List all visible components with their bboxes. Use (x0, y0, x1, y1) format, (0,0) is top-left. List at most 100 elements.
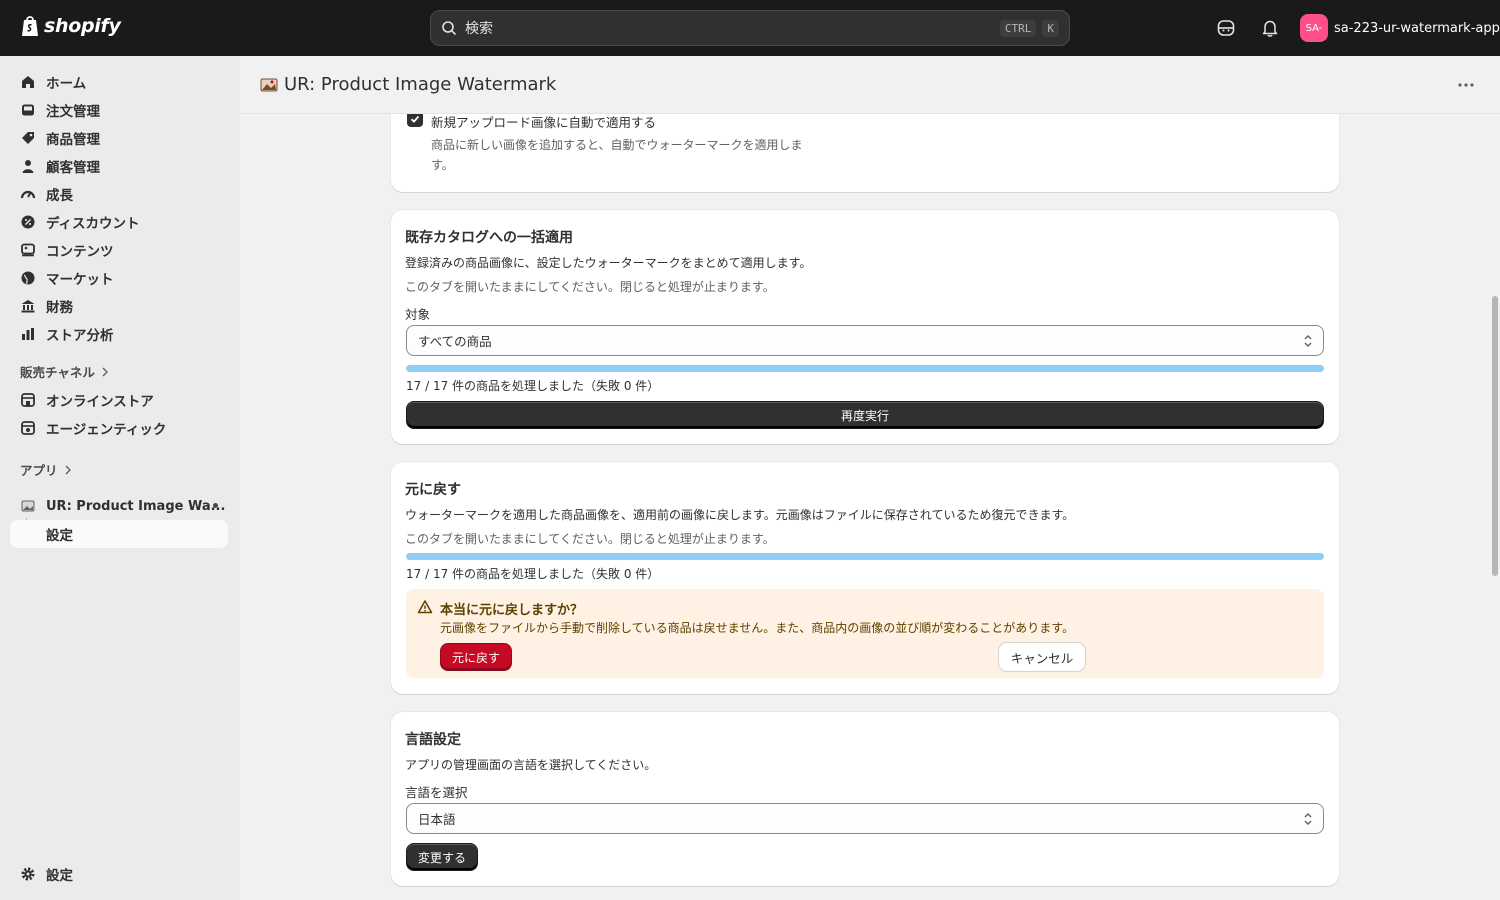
apps-label: アプリ (20, 463, 58, 478)
bulk-apply-title: 既存カタログへの一括適用 (405, 230, 573, 246)
sidebar-item-growth[interactable]: 成長 (10, 180, 228, 208)
search-bar[interactable]: 検索 CTRL K (430, 10, 1070, 46)
sidebar-item-label: ディスカウント (46, 216, 140, 232)
sidebar-item-markets[interactable]: マーケット (10, 264, 228, 292)
sidebar-item-label: マーケット (46, 272, 114, 288)
bell-icon[interactable] (1260, 18, 1280, 38)
app-icon (21, 500, 35, 512)
cancel-button[interactable]: キャンセル (999, 643, 1085, 671)
sidebar-item-label: ストア分析 (46, 328, 114, 344)
scrollbar[interactable] (1490, 114, 1500, 900)
tag-icon (22, 132, 34, 144)
shopify-bag-icon (22, 16, 38, 36)
store-icon (21, 393, 35, 407)
sidebar-item-online-store[interactable]: オンラインストア (10, 386, 228, 414)
globe-icon (21, 271, 35, 285)
chart-icon (22, 328, 34, 340)
sidebar-item-products[interactable]: 商品管理 (10, 124, 228, 152)
language-select[interactable]: 日本語 (406, 803, 1324, 834)
language-select-value: 日本語 (418, 812, 456, 827)
sidebar-item-label: コンテンツ (46, 244, 114, 260)
bulk-apply-card: 既存カタログへの一括適用 登録済みの商品画像に、設定したウォーターマークをまとめ… (391, 210, 1339, 444)
shortcut-key-ctrl: CTRL (999, 19, 1037, 37)
select-chevron-icon (1304, 335, 1312, 347)
bulk-progress-bar (406, 365, 1324, 372)
search-placeholder: 検索 (465, 21, 493, 37)
content-icon (21, 243, 35, 257)
revert-description: ウォーターマークを適用した商品画像を、適用前の画像に戻します。元画像はファイルに… (405, 508, 1075, 522)
bulk-apply-description: 登録済みの商品画像に、設定したウォーターマークをまとめて適用します。 (405, 256, 812, 270)
gauge-icon (20, 190, 36, 199)
revert-card: 元に戻す ウォーターマークを適用した商品画像を、適用前の画像に戻します。元画像は… (391, 462, 1339, 694)
sidebar-item-label: オンラインストア (46, 394, 154, 410)
revert-progress-bar (406, 553, 1324, 560)
sidebar-item-label: 設定 (46, 868, 73, 884)
sidebar-item-label: 財務 (46, 300, 73, 316)
sales-channels-heading[interactable]: 販売チャネル (20, 362, 109, 381)
page-title: UR: Product Image Watermark (284, 74, 557, 95)
sidebar-item-label: 商品管理 (46, 132, 100, 148)
bulk-apply-note: このタブを開いたままにしてください。閉じると処理が止まります。 (405, 280, 775, 294)
shopify-logo[interactable]: shopify (20, 14, 121, 38)
pinned-dot (213, 503, 218, 508)
store-name: sa-223-ur-watermark-app (1334, 20, 1500, 36)
language-description: アプリの管理画面の言語を選択してください。 (405, 758, 657, 772)
language-select-label: 言語を選択 (405, 785, 468, 800)
apps-heading[interactable]: アプリ (20, 460, 72, 479)
auto-apply-help-line-1: 商品に新しい画像を追加すると、自動でウォーターマークを適用しま (431, 138, 803, 152)
sidebar-item-label: エージェンティック (46, 422, 167, 438)
person-icon (22, 160, 34, 173)
target-label: 対象 (405, 307, 431, 322)
select-chevron-icon (1304, 813, 1312, 825)
language-title: 言語設定 (405, 732, 461, 748)
revert-warning-banner: 本当に元に戻しますか？ 元画像をファイルから手動で削除している商品は戻せません。… (406, 589, 1324, 678)
sidebar-item-settings[interactable]: 設定 (10, 860, 228, 888)
checkmark-icon (410, 115, 420, 123)
sidebar-item-label: ホーム (46, 76, 87, 92)
chevron-right-icon (65, 465, 71, 474)
sales-channels-label: 販売チャネル (20, 365, 95, 380)
chevron-right-icon (102, 367, 108, 376)
sidebar-item-content[interactable]: コンテンツ (10, 236, 228, 264)
sidebar-item-app-settings[interactable]: 設定 (10, 520, 228, 548)
target-select[interactable]: すべての商品 (406, 325, 1324, 356)
warning-icon (417, 600, 433, 614)
warning-title: 本当に元に戻しますか？ (440, 603, 584, 618)
bulk-progress-fill (406, 365, 1324, 372)
scrollbar-thumb[interactable] (1492, 296, 1498, 576)
app-icon (260, 78, 278, 91)
revert-status: 17 / 17 件の商品を処理しました（失敗 0 件） (406, 567, 660, 581)
sidebar-item-label: 成長 (46, 188, 73, 204)
search-icon (442, 21, 457, 36)
confirm-revert-button[interactable]: 元に戻す (440, 643, 512, 671)
sidebar-item-analytics[interactable]: ストア分析 (10, 320, 228, 348)
sidebar-item-customers[interactable]: 顧客管理 (10, 152, 228, 180)
gear-icon (21, 867, 35, 881)
shortcut-key-k: K (1042, 19, 1059, 37)
agent-icon (21, 421, 35, 435)
target-select-value: すべての商品 (418, 334, 492, 349)
sidebar-item-home[interactable]: ホーム (10, 68, 228, 96)
change-language-button[interactable]: 変更する (406, 843, 478, 871)
revert-title: 元に戻す (405, 482, 461, 498)
auto-apply-help-line-2: す。 (431, 158, 454, 172)
inbox-icon (22, 104, 34, 116)
top-bar: shopify 検索 CTRL K SA- sa-223-ur-watermar… (0, 0, 1500, 56)
language-card: 言語設定 アプリの管理画面の言語を選択してください。 言語を選択 日本語 変更す… (391, 712, 1339, 886)
more-actions-icon[interactable] (1456, 78, 1476, 92)
auto-apply-label: 新規アップロード画像に自動で適用する (431, 115, 657, 130)
sidebar-item-discounts[interactable]: ディスカウント (10, 208, 228, 236)
sidebar-item-label: 設定 (46, 528, 73, 544)
revert-note: このタブを開いたままにしてください。閉じると処理が止まります。 (405, 532, 775, 546)
sidebar-item-label: UR: Product Image Wa... (46, 498, 226, 514)
revert-progress-fill (406, 553, 1324, 560)
sidebar-item-agentic[interactable]: エージェンティック (10, 414, 228, 442)
sidebar: ホーム 注文管理 商品管理 顧客管理 成長 ディスカウント コンテンツ マーケッ… (0, 56, 240, 900)
sidekick-icon[interactable] (1216, 18, 1236, 38)
rerun-button[interactable]: 再度実行 (406, 401, 1324, 429)
sidebar-item-watermark-app[interactable]: UR: Product Image Wa... (10, 492, 228, 520)
sidebar-item-finance[interactable]: 財務 (10, 292, 228, 320)
sidebar-item-orders[interactable]: 注文管理 (10, 96, 228, 124)
account-menu[interactable]: SA- sa-223-ur-watermark-app (1300, 14, 1500, 42)
sidebar-item-label: 注文管理 (46, 104, 100, 120)
